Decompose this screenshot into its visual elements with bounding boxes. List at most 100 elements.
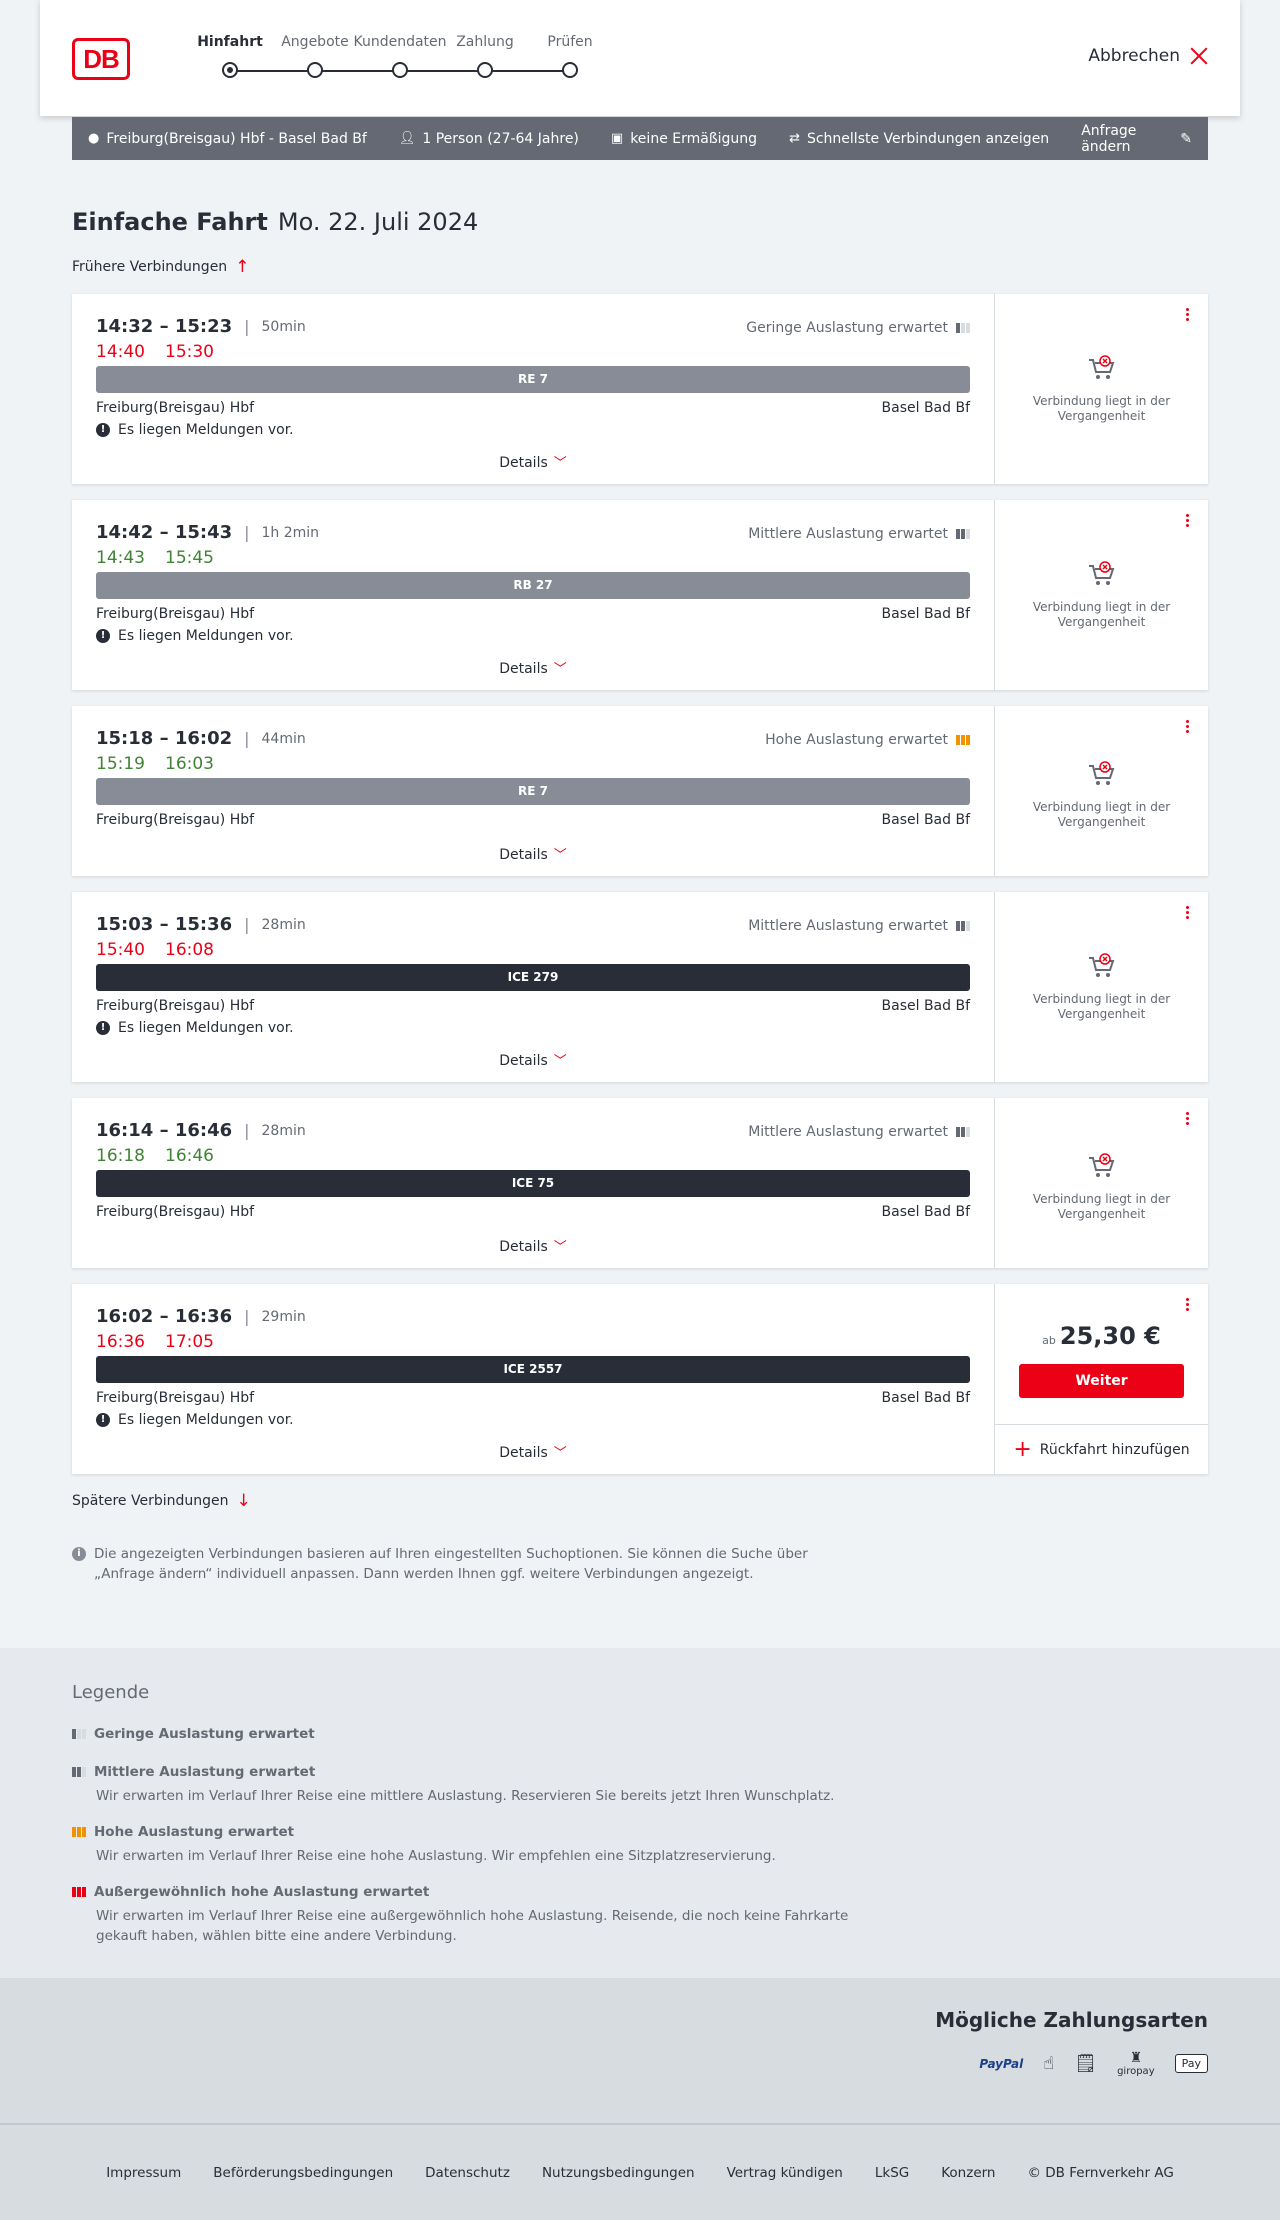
more-options-icon[interactable] (1180, 1296, 1194, 1316)
message-text: Es liegen Meldungen vor. (118, 628, 294, 644)
details-toggle[interactable]: Details ﹀ (72, 844, 994, 863)
db-logo[interactable]: DB (72, 38, 130, 80)
legend-item-title: Außergewöhnlich hohe Auslastung erwartet (94, 1884, 430, 1900)
details-toggle[interactable]: Details ﹀ (72, 1442, 994, 1461)
connection-info[interactable]: 14:42 – 15:43 | 1h 2min 14:43 15:45 Mittler… (72, 500, 994, 690)
train-bar[interactable]: RB 27 (96, 572, 970, 599)
connection-times: 14:32 – 15:23 | 50min (96, 316, 306, 337)
giropay-symbol: ♜ (1129, 2050, 1143, 2066)
route-summary[interactable]: ● Freiburg(Breisgau) Hbf - Basel Bad Bf (88, 131, 367, 147)
realtime-times: 16:36 17:05 (96, 1332, 234, 1352)
footer-link-lksg[interactable]: LkSG (875, 2165, 909, 2181)
search-summary-bar: ● Freiburg(Breisgau) Hbf - Basel Bad Bf 👤… (72, 117, 1208, 160)
later-connections-link[interactable]: Spätere Verbindungen ↓ (72, 1491, 251, 1511)
realtime-departure: 15:19 (96, 754, 145, 774)
chevron-down-icon: ﹀ (553, 1054, 567, 1069)
more-options-icon[interactable] (1180, 306, 1194, 326)
occupancy-medium-icon (956, 921, 970, 931)
travellers-summary[interactable]: 👤︎ 1 Person (27-64 Jahre) (399, 131, 579, 147)
separator: | (244, 729, 250, 748)
connection-info[interactable]: 15:03 – 15:36 | 28min 15:40 16:08 Mittlere … (72, 892, 994, 1082)
trip-date: Mo. 22. Juli 2024 (277, 208, 479, 236)
route-text: Freiburg(Breisgau) Hbf - Basel Bad Bf (106, 130, 367, 147)
footer-link-vertrag-kuendigen[interactable]: Vertrag kündigen (727, 2165, 843, 2181)
discount-summary[interactable]: ▣ keine Ermäßigung (611, 131, 757, 147)
details-label: Details (499, 1053, 548, 1069)
planned-times: 16:14 – 16:46 (96, 1120, 233, 1141)
add-return-label: Rückfahrt hinzufügen (1039, 1441, 1190, 1458)
offer-area: Verbindung liegt in der Vergangenheit (994, 1098, 1208, 1268)
details-toggle[interactable]: Details ﹀ (72, 658, 994, 677)
occupancy-medium-icon (956, 529, 970, 539)
stations: Freiburg(Breisgau) Hbf Basel Bad Bf (96, 1204, 970, 1220)
destination-station: Basel Bad Bf (881, 812, 970, 828)
train-bar[interactable]: ICE 279 (96, 964, 970, 991)
separator: | (244, 915, 250, 934)
connection-info[interactable]: 16:14 – 16:46 | 28min 16:18 16:46 Mittlere … (72, 1098, 994, 1268)
footer-link-impressum[interactable]: Impressum (106, 2165, 181, 2181)
occupancy-low-icon (956, 323, 970, 333)
realtime-arrival: 16:08 (165, 940, 214, 960)
train-bar[interactable]: ICE 75 (96, 1170, 970, 1197)
separator: | (244, 317, 250, 336)
destination-station: Basel Bad Bf (881, 1390, 970, 1406)
continue-button[interactable]: Weiter (1019, 1364, 1184, 1398)
details-toggle[interactable]: Details ﹀ (72, 1050, 994, 1069)
realtime-arrival: 15:30 (165, 342, 214, 362)
price: ab 25,30 € (995, 1322, 1208, 1350)
disruption-message: ! Es liegen Meldungen vor. (96, 628, 294, 644)
details-label: Details (499, 1239, 548, 1255)
discount-text: keine Ermäßigung (630, 130, 758, 147)
more-options-icon[interactable] (1180, 718, 1194, 738)
edit-request-button[interactable]: Anfrage ändern ✎ (1081, 123, 1192, 155)
payment-section: Mögliche Zahlungsarten PayPal ☝ 🗒︎ ♜ giro… (0, 1978, 1280, 2123)
step-dot (307, 62, 323, 78)
cancel-button[interactable]: Abbrechen (1088, 46, 1208, 66)
train-bar[interactable]: ICE 2557 (96, 1356, 970, 1383)
connection-info[interactable]: 14:32 – 15:23 | 50min 14:40 15:30 Geringe A… (72, 294, 994, 484)
occupancy-text: Mittlere Auslastung erwartet (748, 1124, 948, 1140)
occupancy-info: Mittlere Auslastung erwartet (748, 1124, 970, 1140)
giropay-label: giropay (1117, 2066, 1155, 2077)
plus-icon: + (1013, 1436, 1032, 1462)
occupancy-info: Mittlere Auslastung erwartet (748, 526, 970, 542)
details-toggle[interactable]: Details ﹀ (72, 452, 994, 471)
offer-area: Verbindung liegt in der Vergangenheit (994, 294, 1208, 484)
more-options-icon[interactable] (1180, 512, 1194, 532)
connection-times: 16:02 – 16:36 | 29min (96, 1306, 306, 1327)
exclamation-icon: ! (96, 1413, 110, 1427)
connection-info[interactable]: 16:02 – 16:36 | 29min 16:36 17:05 ICE 2557 … (72, 1284, 994, 1474)
page-title: Einfache Fahrt Mo. 22. Juli 2024 (72, 208, 478, 236)
disruption-message: ! Es liegen Meldungen vor. (96, 1020, 294, 1036)
more-options-icon[interactable] (1180, 1110, 1194, 1130)
fastest-summary[interactable]: ⇄ Schnellste Verbindungen anzeigen (789, 131, 1049, 147)
more-options-icon[interactable] (1180, 904, 1194, 924)
message-text: Es liegen Meldungen vor. (118, 1412, 294, 1428)
train-bar[interactable]: RE 7 (96, 366, 970, 393)
realtime-departure: 16:36 (96, 1332, 145, 1352)
destination-station: Basel Bad Bf (881, 1204, 970, 1220)
step-dot (222, 62, 238, 78)
footer-link-nutzungsbedingungen[interactable]: Nutzungsbedingungen (542, 2165, 695, 2181)
connection-info[interactable]: 15:18 – 16:02 | 44min 15:19 16:03 Hohe Ausl… (72, 706, 994, 876)
realtime-arrival: 15:45 (165, 548, 214, 568)
origin-station: Freiburg(Breisgau) Hbf (96, 998, 255, 1014)
cancel-label: Abbrechen (1088, 46, 1180, 66)
realtime-arrival: 16:03 (165, 754, 214, 774)
destination-station: Basel Bad Bf (881, 400, 970, 416)
duration: 29min (261, 1308, 306, 1325)
details-label: Details (499, 1445, 548, 1461)
earlier-connections-link[interactable]: Frühere Verbindungen ↑ (72, 257, 249, 277)
footer-link-konzern[interactable]: Konzern (941, 2165, 995, 2181)
train-bar[interactable]: RE 7 (96, 778, 970, 805)
footer-link-datenschutz[interactable]: Datenschutz (425, 2165, 510, 2181)
card-hand-icon: ☝ (1043, 2053, 1055, 2074)
connection-times: 15:18 – 16:02 | 44min (96, 728, 306, 749)
details-toggle[interactable]: Details ﹀ (72, 1236, 994, 1255)
origin-station: Freiburg(Breisgau) Hbf (96, 400, 255, 416)
search-info-note: i Die angezeigten Verbindungen basieren a… (72, 1544, 852, 1584)
add-return-button[interactable]: + Rückfahrt hinzufügen (995, 1424, 1208, 1474)
footer-link-befoerderungsbedingungen[interactable]: Beförderungsbedingungen (213, 2165, 393, 2181)
occupancy-text: Mittlere Auslastung erwartet (748, 526, 948, 542)
connection-card: 16:14 – 16:46 | 28min 16:18 16:46 Mittlere … (72, 1098, 1208, 1268)
